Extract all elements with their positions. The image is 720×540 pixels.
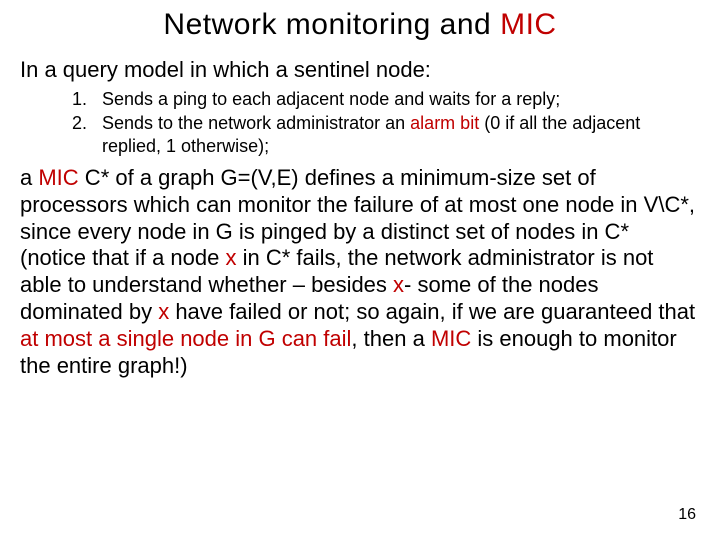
list-item: Sends to the network administrator an al…	[92, 112, 700, 157]
body-span-red: MIC	[431, 326, 471, 351]
numbered-list: Sends a ping to each adjacent node and w…	[20, 88, 700, 158]
body-span-red: at most a single node in G can fail	[20, 326, 351, 351]
intro-text: In a query model in which a sentinel nod…	[20, 56, 700, 84]
body-span: , then a	[351, 326, 431, 351]
title-highlight: MIC	[500, 8, 557, 41]
body-span-red: x	[158, 299, 169, 324]
slide: Network monitoring and MIC In a query mo…	[0, 0, 720, 540]
list-item-text-pre: Sends to the network administrator an	[102, 113, 410, 133]
body-span-red: x	[225, 245, 236, 270]
body-span-red: x	[393, 272, 404, 297]
page-number: 16	[678, 506, 696, 524]
body-span: have failed or not; so again, if we are …	[169, 299, 695, 324]
body-span: a	[20, 165, 38, 190]
body-span-red: MIC	[38, 165, 78, 190]
list-item: Sends a ping to each adjacent node and w…	[92, 88, 700, 111]
list-item-text: Sends a ping to each adjacent node and w…	[102, 89, 560, 109]
title-text: Network monitoring and	[163, 8, 500, 41]
slide-title: Network monitoring and MIC	[20, 8, 700, 42]
list-item-text-red: alarm bit	[410, 113, 479, 133]
body-paragraph: a MIC C* of a graph G=(V,E) defines a mi…	[20, 165, 700, 380]
